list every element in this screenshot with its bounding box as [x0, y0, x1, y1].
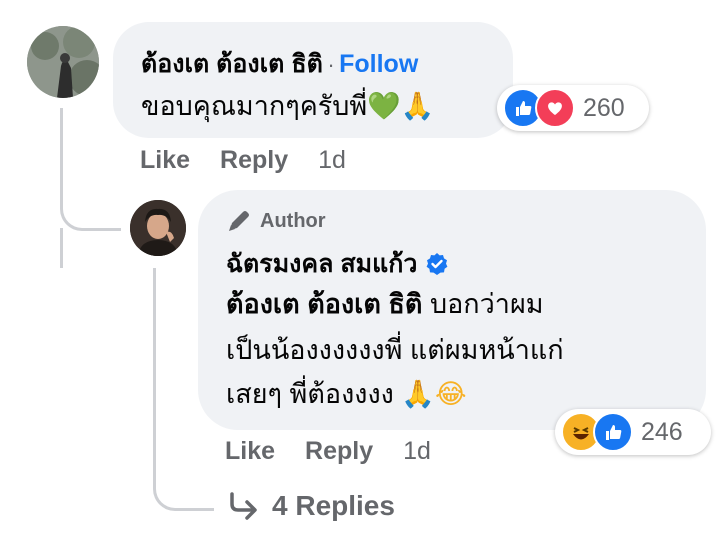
- laughing-tears-icon: 😂: [434, 379, 467, 410]
- reply-button[interactable]: Reply: [305, 437, 373, 466]
- commenter-name[interactable]: ต้องเต ต้องเต ธิติ: [141, 50, 323, 78]
- commenter-name[interactable]: ฉัตรมงคล สมแก้ว: [226, 244, 417, 284]
- reaction-summary[interactable]: 260: [497, 85, 649, 131]
- verified-check-icon: [427, 253, 448, 275]
- reply-arrow-icon: [230, 492, 257, 520]
- reaction-summary[interactable]: 246: [555, 409, 711, 455]
- separator: ·: [327, 52, 335, 77]
- comment-text-line2: เป็นน้องงงงงงพี่ แต่ผมหน้าแก่: [226, 335, 564, 365]
- view-replies-button[interactable]: 4 Replies: [228, 490, 395, 522]
- view-replies-label: 4 Replies: [272, 490, 395, 521]
- love-icon: [535, 88, 575, 128]
- avatar[interactable]: [27, 26, 99, 98]
- timestamp[interactable]: 1d: [403, 437, 431, 466]
- comment-text-line1: บอกว่าผม: [429, 289, 544, 319]
- pray-icon: 🙏: [401, 379, 435, 410]
- pray-icon: 🙏: [400, 91, 435, 122]
- avatar[interactable]: [130, 200, 186, 256]
- comment-text: ขอบคุณมากๆครับพี่: [141, 91, 368, 121]
- author-badge: Author: [226, 208, 326, 234]
- author-badge-label: Author: [260, 209, 326, 232]
- mention-link[interactable]: ต้องเต ต้องเต ธิติ: [226, 289, 422, 319]
- comment-bubble: Author ฉัตรมงคล สมแก้ว ต้องเต ต้องเต ธิต…: [198, 190, 706, 430]
- comment-text-line3: เสยๆ พี่ต้องงงง: [226, 379, 394, 409]
- like-button[interactable]: Like: [140, 146, 190, 175]
- reply-button[interactable]: Reply: [220, 146, 288, 175]
- timestamp[interactable]: 1d: [318, 146, 346, 175]
- comment-actions: Like Reply 1d: [140, 146, 346, 175]
- comment-actions: Like Reply 1d: [225, 437, 431, 466]
- comment-bubble: ต้องเต ต้องเต ธิติ · Follow ขอบคุณมากๆคร…: [113, 22, 513, 138]
- reaction-count: 260: [583, 93, 625, 122]
- green-heart-icon: 💚: [367, 91, 401, 122]
- thread-line-main: [60, 108, 121, 231]
- pencil-icon: [229, 211, 249, 231]
- like-icon: [593, 412, 633, 452]
- thread-line-replies: [60, 228, 63, 268]
- like-button[interactable]: Like: [225, 437, 275, 466]
- reaction-count: 246: [641, 417, 683, 446]
- follow-button[interactable]: Follow: [339, 50, 418, 78]
